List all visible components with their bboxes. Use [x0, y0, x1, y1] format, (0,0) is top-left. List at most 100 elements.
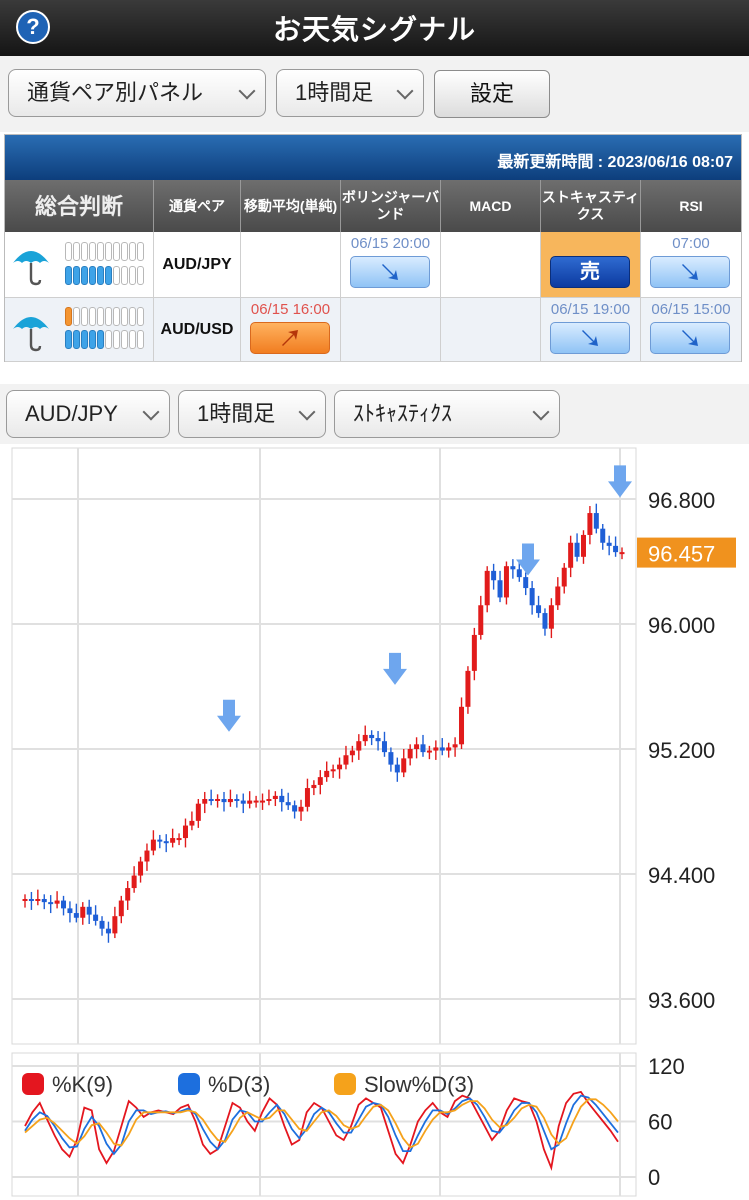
candle-body [227, 799, 233, 803]
pair-cell[interactable]: AUD/JPY [154, 232, 241, 298]
candle-body [381, 741, 387, 753]
settings-button[interactable]: 設定 [434, 70, 550, 118]
page-title: お天気シグナル [272, 14, 476, 45]
legend-label: %K(9) [52, 1072, 113, 1097]
signal-ma-cell[interactable]: 06/15 16:00 [241, 298, 341, 362]
candle-body [593, 513, 599, 529]
price-tick-label: 95.200 [648, 738, 715, 763]
candle-body [606, 542, 612, 546]
candle-body [497, 580, 503, 598]
candle-body [73, 913, 79, 918]
down-arrow-icon [682, 264, 698, 280]
up-arrow-signal-button[interactable] [250, 322, 330, 354]
down-arrow-signal-button[interactable] [650, 256, 730, 288]
candle-body [491, 570, 497, 581]
stoch-tick-label: 120 [648, 1054, 685, 1079]
candle-body [356, 741, 362, 751]
chart-pair-value: AUD/JPY [25, 401, 118, 426]
signal-time: 06/15 16:00 [250, 301, 331, 318]
timeframe-select[interactable]: 1時間足 [276, 69, 424, 117]
candle-body [105, 928, 111, 934]
candle-body [279, 795, 285, 803]
sell-signal-button[interactable]: 売 [550, 256, 630, 288]
chart-timeframe-select[interactable]: 1時間足 [178, 390, 326, 438]
candle-body [266, 799, 272, 801]
candle-body [613, 545, 619, 553]
chart-pair-select[interactable]: AUD/JPY [6, 390, 170, 438]
up-arrow-icon [282, 330, 298, 346]
candle-body [260, 800, 266, 803]
panel-select[interactable]: 通貨ペア別パネル [8, 69, 266, 117]
legend-label: %D(3) [208, 1072, 270, 1097]
timeframe-select-value: 1時間足 [295, 80, 374, 105]
overall-cell[interactable] [5, 298, 154, 362]
candle-body [93, 914, 99, 921]
down-arrow-signal-button[interactable] [350, 256, 430, 288]
candle-body [619, 552, 625, 555]
price-tick-label: 93.600 [648, 988, 715, 1013]
col-moving-average: 移動平均(単純) [241, 180, 341, 232]
signal-rsi-cell[interactable]: 06/15 15:00 [641, 298, 741, 362]
signal-stoch-cell[interactable]: 06/15 19:00 [541, 298, 641, 362]
chevron-down-icon [298, 403, 316, 421]
col-bollinger: ボリンジャーバンド [341, 180, 441, 232]
legend-swatch [334, 1073, 356, 1095]
stoch-legend: %K(9) %D(3) Slow%D(3) [22, 1072, 474, 1097]
candle-body [407, 749, 413, 759]
legend-swatch [22, 1073, 44, 1095]
stoch-tick-label: 60 [648, 1110, 672, 1135]
panel-header: 最新更新時間 : 2023/06/16 08:07 [5, 135, 741, 180]
signal-rsi-cell[interactable]: 07:00 [641, 232, 741, 298]
pair-cell[interactable]: AUD/USD [154, 298, 241, 362]
candle-body [298, 806, 304, 812]
signal-panel: 最新更新時間 : 2023/06/16 08:07 総合判断 通貨ペア 移動平均… [4, 134, 742, 362]
signal-time: 06/15 15:00 [651, 301, 731, 318]
candle-body [574, 542, 580, 557]
last-updated-text: 最新更新時間 : 2023/06/16 08:07 [497, 154, 733, 171]
candle-body [285, 802, 291, 806]
legend-label: Slow%D(3) [364, 1072, 474, 1097]
signal-stoch-cell[interactable]: 売 [541, 232, 641, 298]
app-header: ? お天気シグナル [0, 0, 749, 56]
candle-body [118, 900, 124, 917]
candle-body [484, 570, 490, 606]
col-macd: MACD [441, 180, 541, 232]
signal-time: 07:00 [672, 235, 710, 252]
candle-body [452, 744, 458, 748]
candle-body [48, 902, 54, 905]
stochastic-chart[interactable]: %K(9) %D(3) Slow%D(3) 120 60 0 [0, 1049, 749, 1200]
legend-swatch [178, 1073, 200, 1095]
candle-body [202, 799, 208, 804]
candle-body [439, 747, 445, 751]
down-arrow-signal-button[interactable] [650, 322, 730, 354]
down-arrow-signal-button[interactable] [550, 322, 630, 354]
price-tick-label: 96.000 [648, 613, 715, 638]
signal-bb-cell[interactable]: 06/15 20:00 [341, 232, 441, 298]
candle-body [503, 566, 509, 598]
candle-body [568, 542, 574, 568]
candle-body [529, 588, 535, 606]
candle-body [150, 839, 156, 851]
candle-body [343, 755, 349, 765]
candle-body [471, 634, 477, 671]
candle-body [362, 734, 368, 742]
candle-body [587, 513, 593, 535]
candle-body [394, 764, 400, 773]
col-overall: 総合判断 [5, 180, 154, 232]
chart-background [0, 444, 749, 1049]
chart-indicator-select[interactable]: ｽﾄｷｬｽﾃｨｸｽ [334, 390, 560, 438]
candle-body [138, 861, 144, 876]
price-chart[interactable]: 96.800 96.000 95.200 94.400 93.600 96.457 [0, 444, 749, 1049]
candle-body [234, 799, 240, 801]
candle-body [61, 900, 67, 909]
chart-controls: AUD/JPY 1時間足 ｽﾄｷｬｽﾃｨｸｽ [0, 384, 749, 444]
chevron-down-icon [238, 82, 256, 100]
top-controls: 通貨ペア別パネル 1時間足 設定 [0, 56, 749, 132]
candle-body [28, 899, 34, 901]
candle-body [600, 528, 606, 543]
candle-body [131, 875, 137, 889]
candle-body [41, 899, 47, 903]
overall-cell[interactable] [5, 232, 154, 298]
candle-body [247, 800, 253, 804]
current-price-label: 96.457 [648, 542, 715, 567]
